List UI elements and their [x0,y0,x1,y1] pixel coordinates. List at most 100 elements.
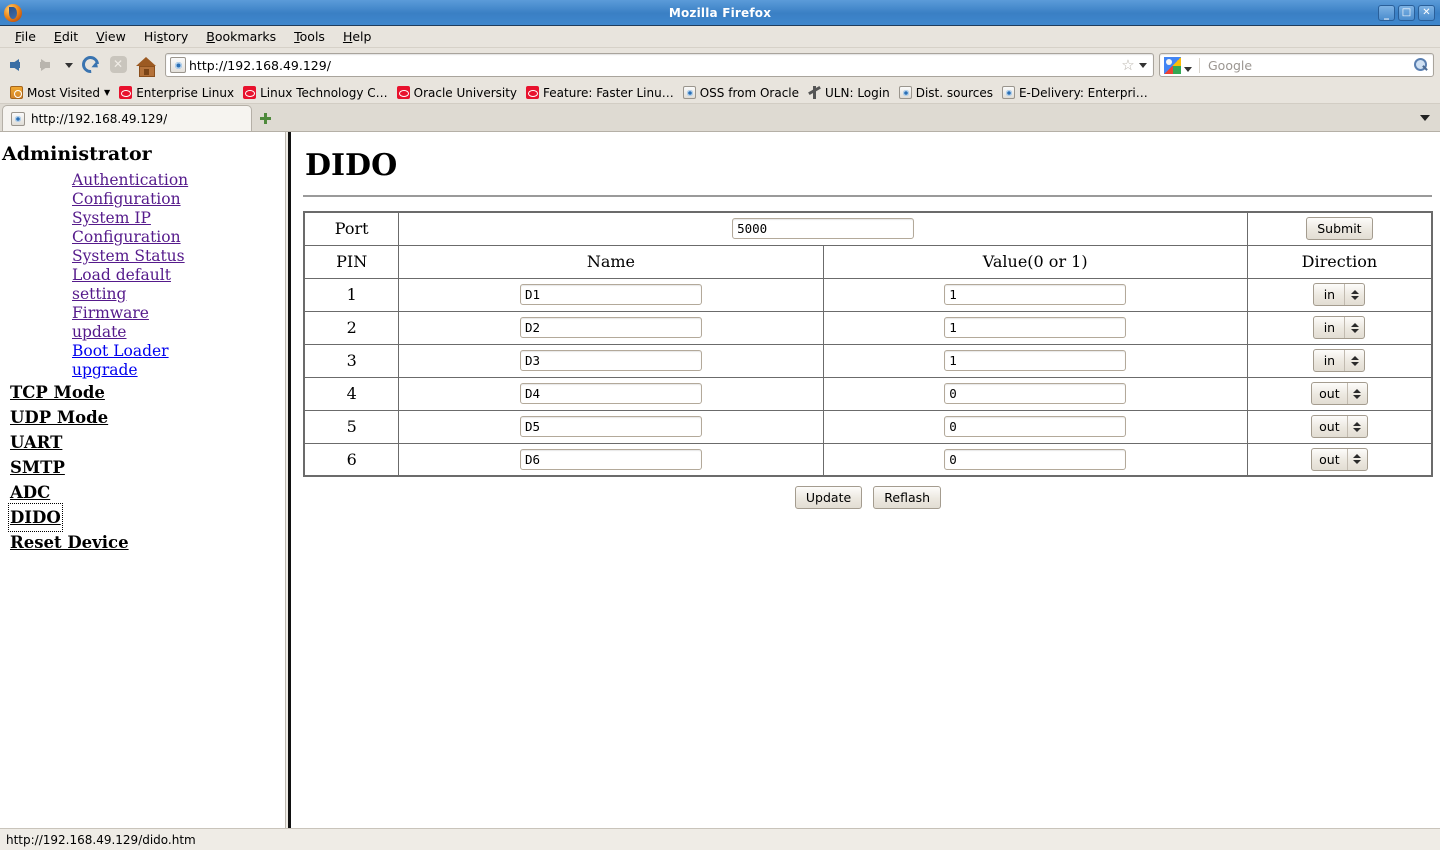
value-input[interactable] [944,448,1127,470]
value-input[interactable] [944,284,1127,305]
menu-tools[interactable]: Tools [285,27,334,46]
bookmark-feature-faster-linu[interactable]: Feature: Faster Linu… [524,85,679,101]
port-label: Port [303,211,400,246]
bookmark-star-icon[interactable]: ☆ [1120,57,1136,73]
sidebar-item-boot-loader-upgrade[interactable]: Boot Loader upgrade [72,342,207,380]
main-frame: DIDO Port Submit PIN Name Value(0 or 1) [291,132,1440,828]
name-input[interactable] [519,317,702,338]
minimize-button[interactable]: _ [1378,4,1395,21]
menu-view[interactable]: View [87,27,135,46]
sidebar-item-uart[interactable]: UART [10,430,62,455]
direction-select[interactable]: in [1313,349,1366,372]
bookmark-linux-technology-c[interactable]: Linux Technology C… [241,85,393,101]
sidebar-item-adc[interactable]: ADC [10,480,50,505]
sidebar-item-tcp-mode[interactable]: TCP Mode [10,380,105,405]
bookmark-oss-from-oracle[interactable]: OSS from Oracle [681,85,804,101]
menu-edit[interactable]: Edit [45,27,87,46]
sidebar-item-dido[interactable]: DIDO [8,503,63,532]
column-header-pin: PIN [303,244,400,279]
oracle-icon [119,86,133,99]
bookmark-e-delivery-enterpri[interactable]: E-Delivery: Enterpri… [1000,85,1153,101]
name-input[interactable] [519,416,702,437]
menu-bar: File Edit View History Bookmarks Tools H… [0,26,1440,48]
select-arrows-icon [1346,416,1367,437]
update-button[interactable]: Update [794,486,863,509]
reload-icon[interactable] [76,51,104,79]
bookmark-label: ULN: Login [825,85,890,100]
direction-select[interactable]: in [1313,316,1366,339]
direction-select[interactable]: in [1313,283,1366,306]
name-cell [398,442,824,477]
back-arrow-icon[interactable] [6,51,34,79]
value-cell [822,310,1248,345]
direction-cell: out [1246,442,1433,477]
direction-cell: out [1246,409,1433,444]
sidebar-item-firmware-update[interactable]: Firmware update [72,304,207,342]
column-header-value: Value(0 or 1) [822,244,1248,279]
sidebar-item-load-default-setting[interactable]: Load default setting [72,266,207,304]
title-divider [303,195,1432,197]
sidebar-item-authentication-configuration[interactable]: Authentication Configuration [72,171,207,209]
bookmark-enterprise-linux[interactable]: Enterprise Linux [117,85,239,101]
value-input[interactable] [944,416,1127,437]
direction-select[interactable]: out [1311,382,1368,405]
window-controls: _ □ ✕ [1378,4,1435,21]
google-icon[interactable] [1164,56,1181,74]
value-input[interactable] [944,317,1127,338]
menu-help[interactable]: Help [334,27,381,46]
port-input[interactable] [732,218,915,240]
submit-button[interactable]: Submit [1306,217,1373,241]
name-input[interactable] [519,350,702,371]
bookmark-label: Linux Technology C… [260,85,388,100]
sidebar-item-smtp[interactable]: SMTP [10,455,65,480]
table-row: 6 out [303,442,1433,477]
home-icon[interactable] [132,51,160,79]
page-title: DIDO [305,148,398,183]
sidebar-frame: Administrator Authentication Configurati… [0,132,285,828]
close-button[interactable]: ✕ [1418,4,1435,21]
url-dropdown-icon[interactable] [1136,55,1150,75]
maximize-button[interactable]: □ [1398,4,1415,21]
direction-select[interactable]: out [1311,415,1368,438]
status-bar: http://192.168.49.129/dido.htm [0,828,1440,850]
value-cell [822,442,1248,477]
bookmark-dist-sources[interactable]: Dist. sources [897,85,998,101]
sidebar-item-system-ip-configuration[interactable]: System IP Configuration [72,209,207,247]
address-bar[interactable]: http://192.168.49.129/ ☆ [165,53,1154,77]
search-engine-dropdown-icon[interactable] [1181,55,1195,75]
value-input[interactable] [944,383,1127,404]
menu-history[interactable]: History [135,27,197,46]
name-cell [398,343,824,378]
sidebar-item-reset-device[interactable]: Reset Device [10,530,129,555]
sidebar-item-udp-mode[interactable]: UDP Mode [10,405,108,430]
maximize-icon: □ [1401,6,1412,18]
search-input[interactable]: Google [1199,57,1412,73]
sidebar-item-system-status[interactable]: System Status [72,247,207,266]
menu-file[interactable]: File [6,27,45,46]
status-text: http://192.168.49.129/dido.htm [6,832,196,847]
menu-bookmarks[interactable]: Bookmarks [197,27,285,46]
value-input[interactable] [944,350,1127,371]
port-submit-cell: Submit [1246,211,1433,246]
reflash-button[interactable]: Reflash [873,486,942,509]
search-bar[interactable]: Google [1159,53,1434,77]
port-input-cell [398,211,1248,246]
tab-bar: http://192.168.49.129/ [0,104,1440,132]
name-cell [398,277,824,312]
bookmark-uln-login[interactable]: ULN: Login [806,85,895,101]
name-input[interactable] [519,383,702,404]
url-text[interactable]: http://192.168.49.129/ [189,58,1120,73]
magnifier-icon[interactable] [1412,55,1430,75]
bookmark-label: Feature: Faster Linu… [543,85,674,100]
sidebar-heading: Administrator [2,143,152,165]
name-input[interactable] [519,284,702,305]
direction-cell: in [1246,277,1433,312]
bookmark-oracle-university[interactable]: Oracle University [395,85,522,101]
name-input[interactable] [519,448,702,470]
tab-list-dropdown-icon[interactable] [1418,112,1432,124]
direction-select[interactable]: out [1311,447,1368,471]
bookmark-most-visited[interactable]: Most Visited ▼ [8,85,115,101]
history-dropdown-icon[interactable] [62,51,76,79]
tab-active[interactable]: http://192.168.49.129/ [2,105,252,131]
new-tab-button[interactable] [252,105,278,131]
